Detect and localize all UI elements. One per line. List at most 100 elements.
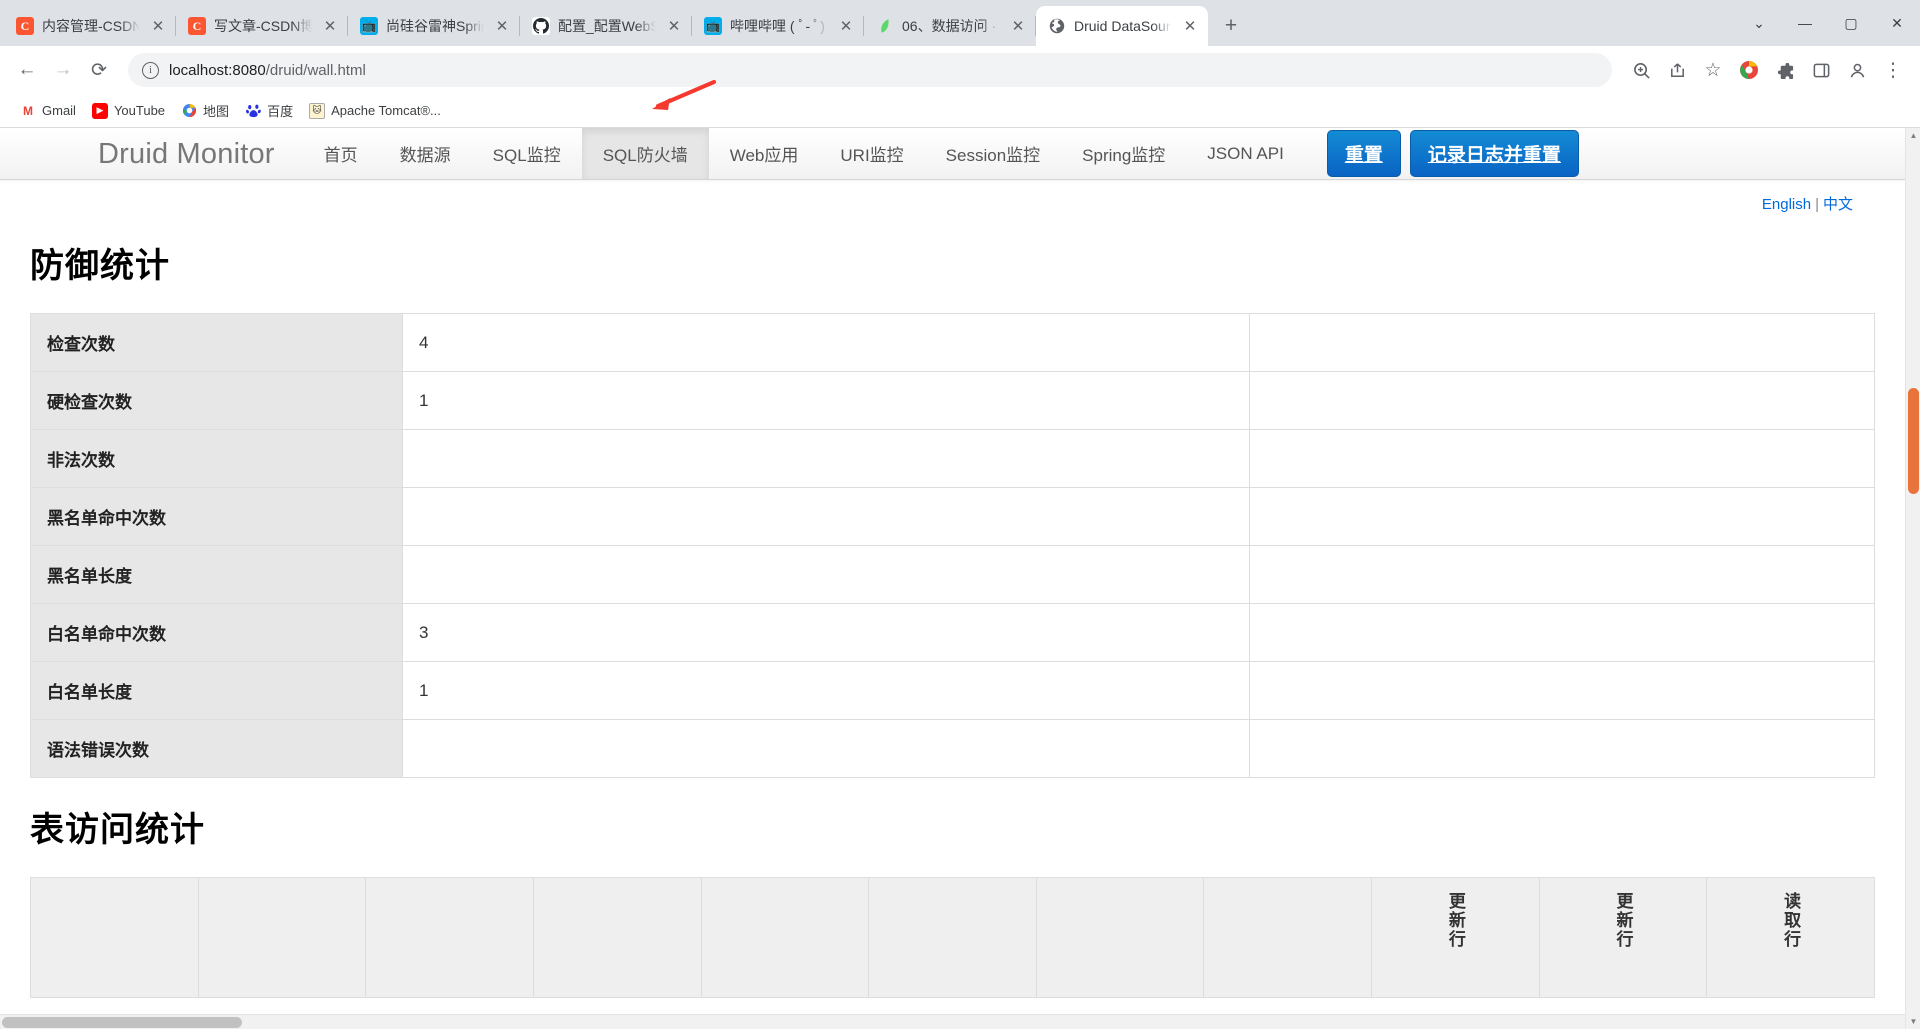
browser-tab[interactable]: 06、数据访问 · 语雀 ✕ [864, 6, 1036, 46]
url-host: localhost:8080 [169, 61, 266, 79]
bookmark-item[interactable]: 🐱 Apache Tomcat®... [301, 99, 449, 123]
col-header-update-rows-2[interactable]: 更新行 [1538, 877, 1708, 998]
close-window-button[interactable]: ✕ [1874, 0, 1920, 46]
browser-tab[interactable]: C 内容管理-CSDN创作中心 ✕ [4, 6, 176, 46]
bookmark-item[interactable]: M Gmail [12, 99, 84, 123]
nav-item-spring-monitor[interactable]: Spring监控 [1061, 128, 1186, 179]
horizontal-scrollbar-thumb[interactable] [2, 1017, 242, 1028]
log-and-reset-button[interactable]: 记录日志并重置 [1409, 130, 1579, 177]
bookmark-label: 百度 [267, 104, 294, 119]
col-header[interactable] [30, 877, 199, 998]
horizontal-scrollbar[interactable] [0, 1014, 1905, 1029]
row-value: 1 [402, 371, 1250, 430]
tab-close-icon[interactable]: ✕ [836, 16, 856, 36]
profile-icon[interactable] [1840, 53, 1874, 87]
share-icon[interactable] [1660, 53, 1694, 87]
globe-icon [1048, 17, 1066, 35]
col-header[interactable] [868, 877, 1037, 998]
browser-tab[interactable]: 配置_配置WebStatFilter ✕ [520, 6, 692, 46]
bookmark-star-icon[interactable]: ☆ [1696, 53, 1730, 87]
row-label: 语法错误次数 [30, 719, 403, 778]
druid-page: Druid Monitor 首页 数据源 SQL监控 SQL防火墙 Web应用 … [0, 128, 1905, 998]
nav-item-session-monitor[interactable]: Session监控 [925, 128, 1061, 179]
browser-tab[interactable]: 📺 尚硅谷雷神SpringBoot2 ✕ [348, 6, 520, 46]
chrome-profile-avatar-icon[interactable] [1732, 53, 1766, 87]
lang-separator: | [1815, 196, 1819, 213]
row-value [402, 545, 1250, 604]
row-label: 白名单命中次数 [30, 603, 403, 662]
col-header[interactable] [1203, 877, 1372, 998]
bookmark-item[interactable]: ▶ YouTube [84, 99, 173, 123]
minimize-button[interactable]: — [1782, 0, 1828, 46]
tab-close-icon[interactable]: ✕ [320, 16, 340, 36]
forward-button[interactable]: → [46, 53, 80, 87]
reload-button[interactable]: ⟳ [82, 53, 116, 87]
nav-item-json-api[interactable]: JSON API [1186, 128, 1305, 179]
scroll-up-arrow-icon[interactable]: ▲ [1906, 128, 1920, 143]
zoom-icon[interactable] [1624, 53, 1658, 87]
page-viewport: Druid Monitor 首页 数据源 SQL监控 SQL防火墙 Web应用 … [0, 128, 1920, 1029]
col-header[interactable] [197, 877, 367, 998]
baidu-icon [245, 103, 261, 119]
extensions-icon[interactable] [1768, 53, 1802, 87]
bookmark-item[interactable]: 地图 [173, 97, 237, 124]
row-label: 非法次数 [30, 429, 403, 488]
site-info-icon[interactable]: i [142, 61, 159, 79]
col-header[interactable] [365, 877, 534, 998]
tab-close-icon[interactable]: ✕ [148, 16, 168, 36]
toolbar-actions: ☆ ⋮ [1624, 53, 1910, 87]
table-row: 硬检查次数 1 [30, 371, 1875, 430]
table-row: 白名单长度 1 [30, 661, 1875, 720]
tab-close-icon[interactable]: ✕ [664, 16, 684, 36]
scroll-down-arrow-icon[interactable]: ▼ [1906, 1014, 1920, 1029]
tomcat-icon: 🐱 [309, 102, 326, 119]
row-extra [1249, 661, 1875, 720]
col-header[interactable] [1035, 877, 1205, 998]
bookmark-label: 地图 [203, 104, 230, 119]
bookmark-item[interactable]: 百度 [237, 97, 301, 124]
tab-close-icon[interactable]: ✕ [492, 16, 512, 36]
nav-items: 首页 数据源 SQL监控 SQL防火墙 Web应用 URI监控 Session监… [303, 128, 1305, 179]
maximize-button[interactable]: ▢ [1828, 0, 1874, 46]
browser-tab[interactable]: C 写文章-CSDN博客 ✕ [176, 6, 348, 46]
row-label: 检查次数 [30, 313, 403, 372]
defense-stat-table: 检查次数 4 硬检查次数 1 非法次数 黑名单命中次数 黑名单长度 白名单命中次… [30, 313, 1875, 778]
back-button[interactable]: ← [10, 53, 44, 87]
url-path: /druid/wall.html [265, 61, 366, 79]
col-header-read-rows[interactable]: 读取行 [1706, 877, 1875, 998]
bilibili-icon: 📺 [360, 17, 378, 35]
nav-buttons: 重置 记录日志并重置 [1326, 128, 1579, 179]
new-tab-button[interactable]: + [1214, 9, 1248, 43]
table-header-row: 更新行 更新行 读取行 [30, 877, 1875, 998]
nav-item-sql-firewall[interactable]: SQL防火墙 [581, 128, 709, 179]
tab-close-icon[interactable]: ✕ [1180, 16, 1200, 36]
nav-item-web-app[interactable]: Web应用 [709, 128, 820, 179]
chrome-menu-icon[interactable]: ⋮ [1876, 53, 1910, 87]
bookmark-label: Gmail [42, 103, 76, 118]
reset-button[interactable]: 重置 [1326, 130, 1401, 177]
nav-item-uri-monitor[interactable]: URI监控 [819, 128, 924, 179]
col-header[interactable] [532, 877, 702, 998]
lang-english-link[interactable]: English [1762, 196, 1811, 213]
address-bar[interactable]: i localhost:8080/druid/wall.html [128, 53, 1612, 87]
tab-search-icon[interactable]: ⌄ [1736, 0, 1782, 46]
row-extra [1249, 487, 1875, 546]
browser-tab-active[interactable]: Druid DataSourceStat ✕ [1036, 6, 1208, 46]
page-content: 防御统计 检查次数 4 硬检查次数 1 非法次数 黑名单命中次数 黑名单长度 白… [0, 238, 1905, 998]
tab-close-icon[interactable]: ✕ [1008, 16, 1028, 36]
side-panel-icon[interactable] [1804, 53, 1838, 87]
col-header-update-rows[interactable]: 更新行 [1371, 877, 1540, 998]
nav-item-home[interactable]: 首页 [303, 128, 379, 179]
col-header[interactable] [700, 877, 870, 998]
yuque-icon [876, 17, 894, 35]
nav-item-datasource[interactable]: 数据源 [379, 128, 472, 179]
address-bar-url: localhost:8080/druid/wall.html [169, 62, 366, 79]
nav-item-sql-monitor[interactable]: SQL监控 [472, 128, 582, 179]
browser-tab[interactable]: 📺 哔哩哔哩 ( ﾟ- ﾟ)つ口 ✕ [692, 6, 864, 46]
lang-chinese-link[interactable]: 中文 [1823, 196, 1853, 213]
vertical-scrollbar[interactable]: ▲ ▼ [1905, 128, 1920, 1029]
row-label: 硬检查次数 [30, 371, 403, 430]
row-label: 黑名单命中次数 [30, 487, 403, 546]
tab-title: Druid DataSourceStat [1074, 18, 1172, 34]
vertical-scrollbar-thumb[interactable] [1908, 388, 1919, 494]
